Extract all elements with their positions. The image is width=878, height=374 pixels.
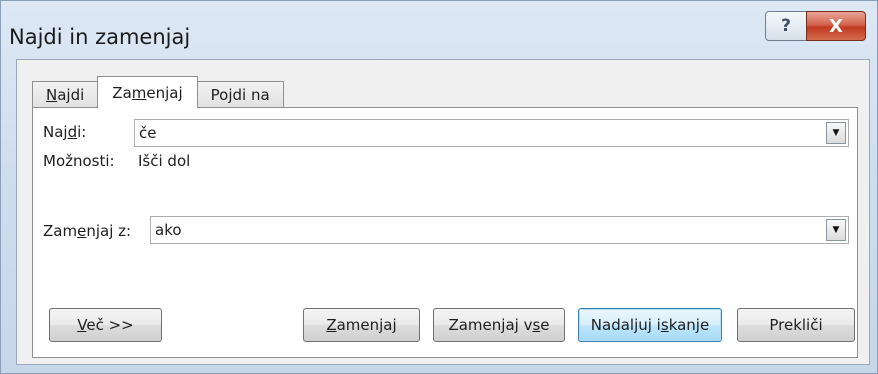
chevron-down-icon[interactable]: ▼ <box>826 219 846 241</box>
tab-goto-label: Pojdi na <box>210 86 270 104</box>
window-title: Najdi in zamenjaj <box>9 25 191 49</box>
replace-input[interactable]: ako <box>155 221 182 239</box>
more-button[interactable]: Več >> <box>49 308 162 342</box>
options-label: Možnosti: <box>43 152 115 170</box>
replace-button[interactable]: Zamenjaj <box>303 308 420 342</box>
options-value: Išči dol <box>138 152 191 170</box>
dialog-body: Najdi Zamenjaj Pojdi na Najdi: če ▼ Možn… <box>16 59 870 365</box>
help-icon: ? <box>781 16 791 36</box>
find-input[interactable]: če <box>139 124 156 142</box>
tab-find[interactable]: Najdi <box>32 81 99 108</box>
tab-replace-label: Zamenjaj <box>112 83 183 102</box>
close-icon: X <box>829 15 843 37</box>
close-button[interactable]: X <box>806 11 866 41</box>
cancel-button-label: Prekliči <box>769 316 823 334</box>
chevron-down-icon[interactable]: ▼ <box>826 122 846 144</box>
find-combobox[interactable]: če ▼ <box>134 119 849 147</box>
tab-replace[interactable]: Zamenjaj <box>97 76 198 108</box>
replace-all-button[interactable]: Zamenjaj vse <box>433 308 565 342</box>
tab-strip: Najdi Zamenjaj Pojdi na <box>32 76 284 108</box>
cancel-button[interactable]: Prekliči <box>737 308 855 342</box>
find-next-button[interactable]: Nadaljuj iskanje <box>578 308 722 342</box>
replace-combobox[interactable]: ako ▼ <box>150 216 849 244</box>
replace-button-label: Zamenjaj <box>326 316 397 334</box>
help-button[interactable]: ? <box>765 11 807 41</box>
find-next-button-label: Nadaljuj iskanje <box>590 316 710 334</box>
replace-label: Zamenjaj z: <box>43 222 132 240</box>
find-label: Najdi: <box>43 123 87 141</box>
find-replace-dialog: Najdi in zamenjaj ? X Najdi Zamenjaj Poj… <box>0 0 878 374</box>
title-bar-buttons: ? X <box>765 11 867 43</box>
tab-find-label: Najdi <box>46 86 85 104</box>
replace-all-button-label: Zamenjaj vse <box>448 316 550 334</box>
more-button-label: Več >> <box>77 316 134 334</box>
tab-goto[interactable]: Pojdi na <box>196 81 284 108</box>
